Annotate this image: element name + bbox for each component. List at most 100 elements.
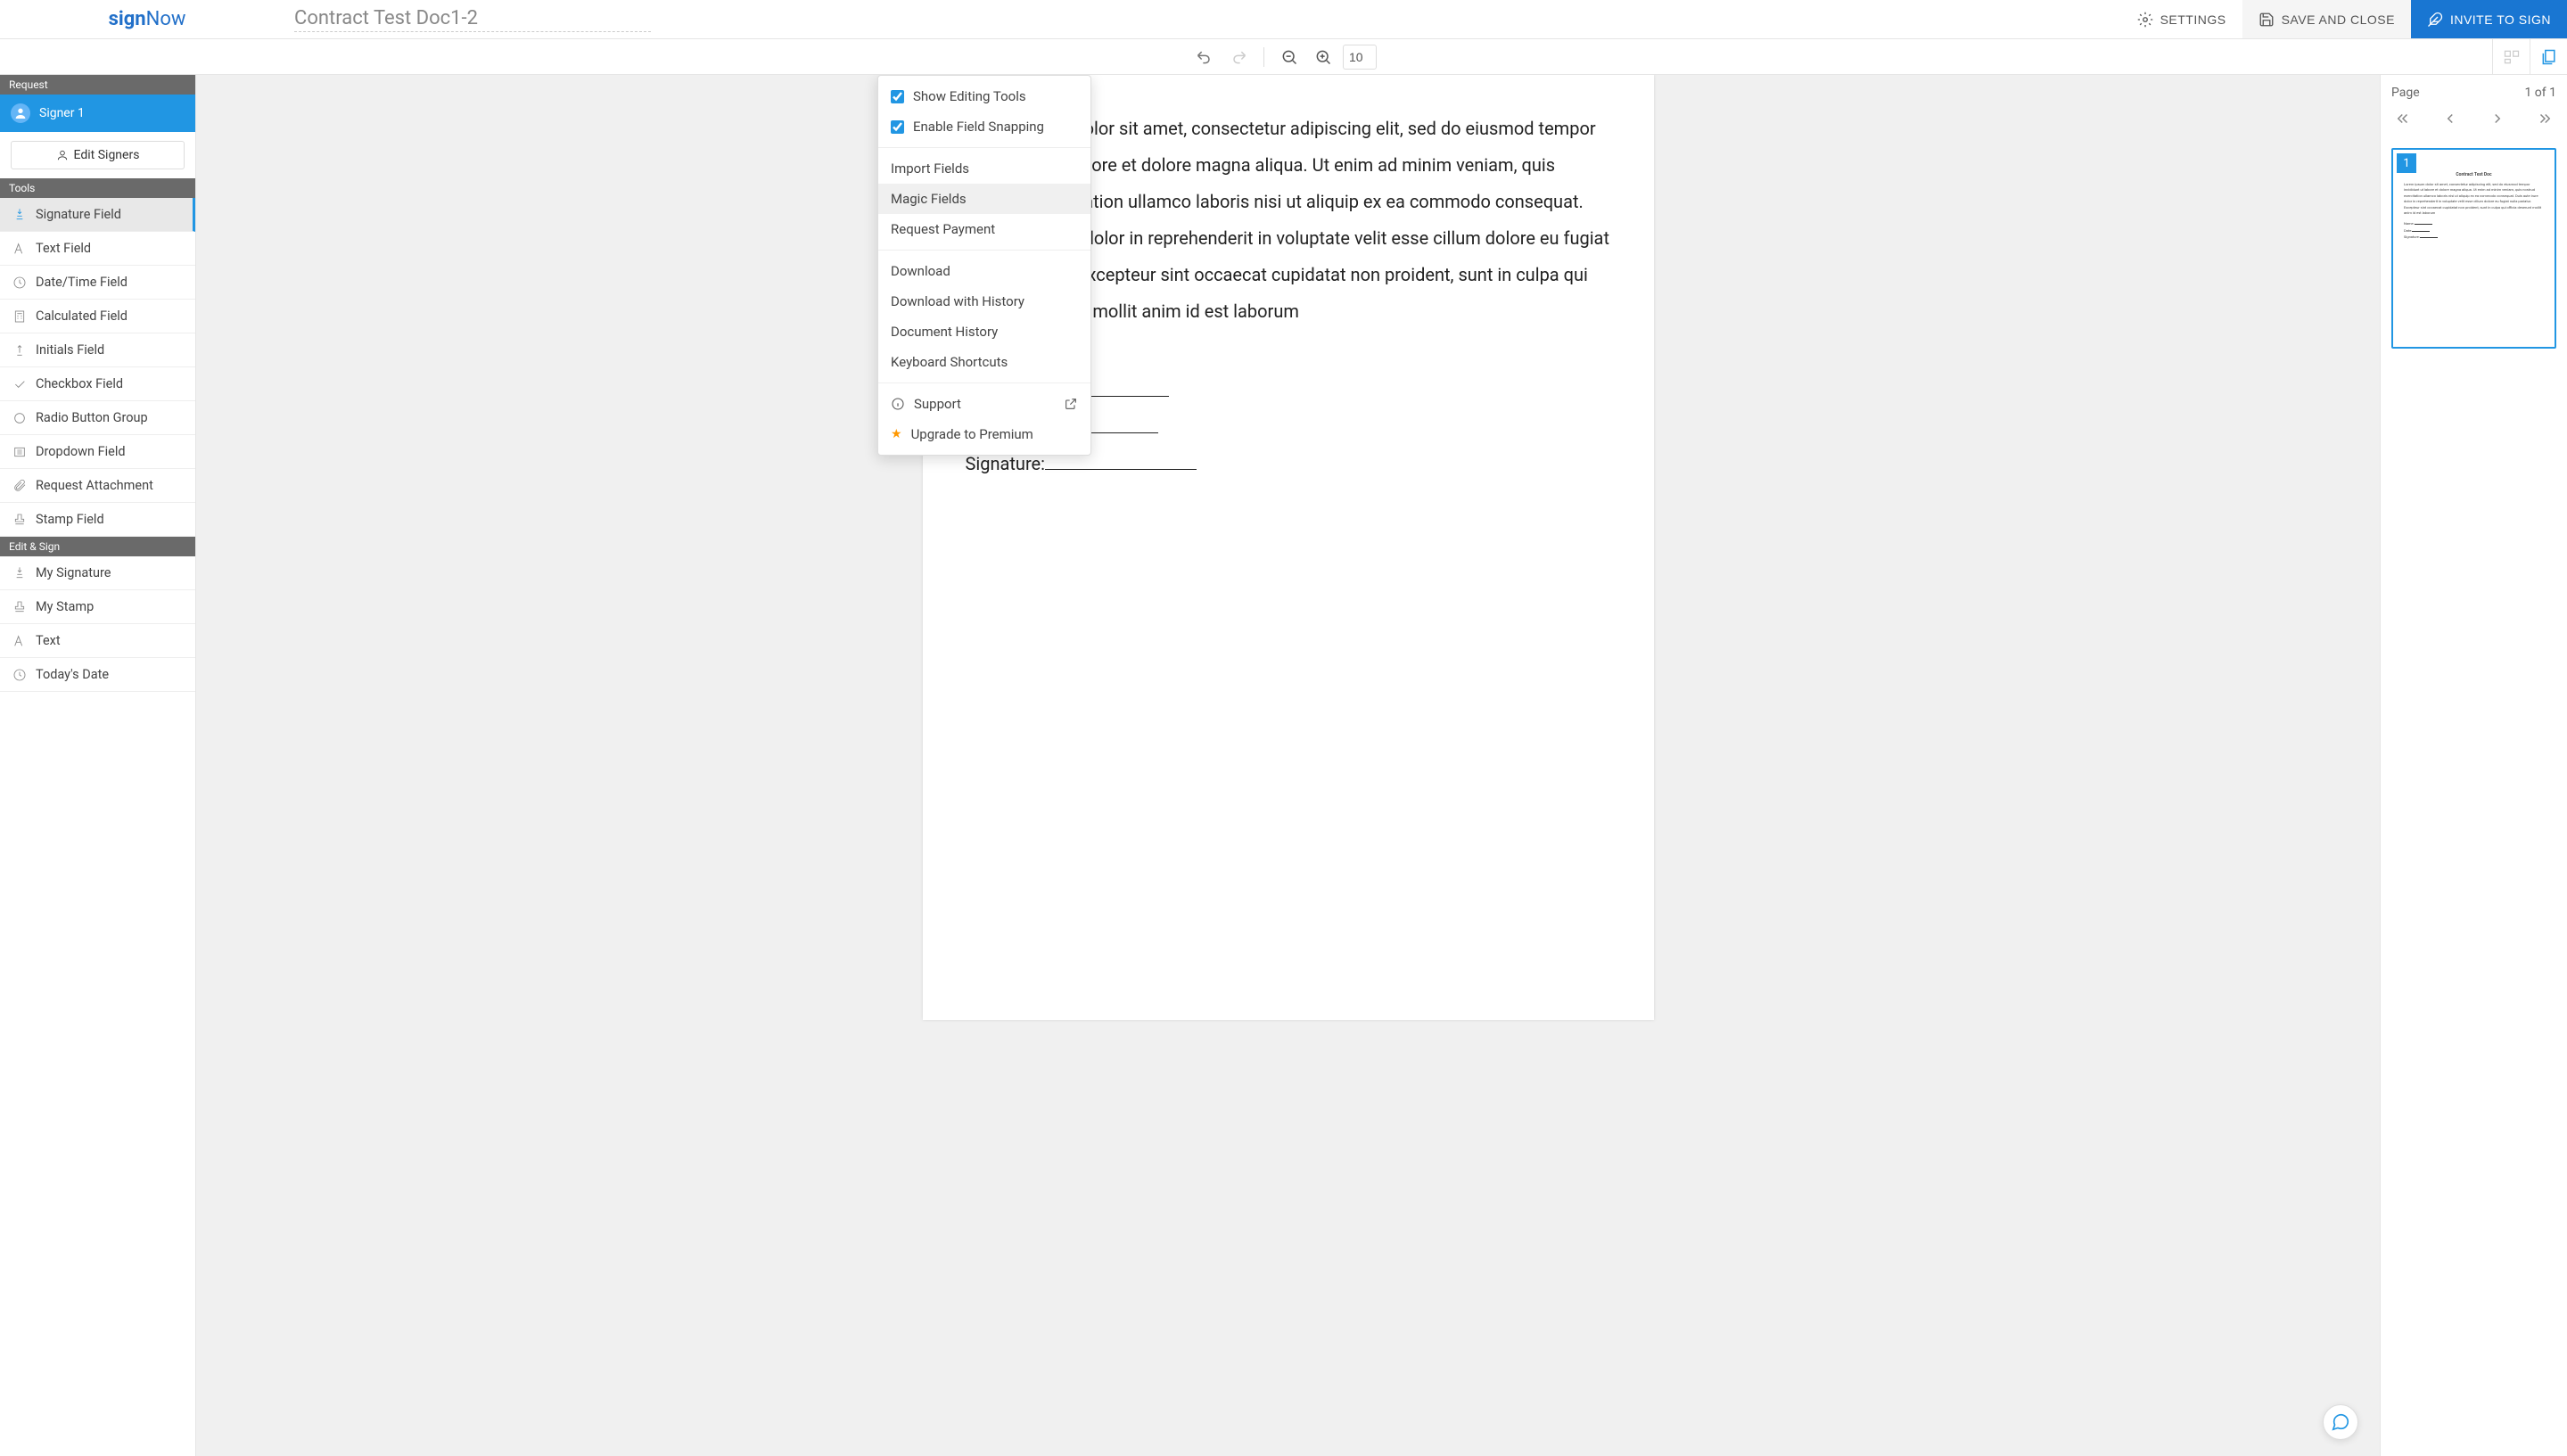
tool-text[interactable]: Text <box>0 624 195 658</box>
menu-keyboard-shortcuts[interactable]: Keyboard Shortcuts <box>878 347 1090 377</box>
tool-todays-date[interactable]: Today's Date <box>0 658 195 692</box>
text-icon <box>12 242 27 256</box>
tool-label: My Signature <box>36 565 111 580</box>
menu-upgrade-premium[interactable]: ★ Upgrade to Premium <box>878 419 1090 449</box>
menu-download-with-history[interactable]: Download with History <box>878 286 1090 317</box>
grid-icon <box>2503 48 2521 66</box>
menu-label: Document History <box>891 324 998 340</box>
chat-icon <box>2331 1412 2350 1432</box>
invite-to-sign-button[interactable]: INVITE TO SIGN <box>2411 0 2567 38</box>
pages-panel-button[interactable] <box>2530 39 2567 74</box>
tool-initials-field[interactable]: Initials Field <box>0 333 195 367</box>
menu-show-editing-tools[interactable]: Show Editing Tools <box>878 81 1090 111</box>
tool-stamp-field[interactable]: Stamp Field <box>0 503 195 537</box>
save-and-close-button[interactable]: SAVE AND CLOSE <box>2242 0 2411 38</box>
tool-label: Dropdown Field <box>36 444 126 459</box>
header: signNow Contract Test Doc1-2 SETTINGS SA… <box>0 0 2567 39</box>
thumbnail-number: 1 <box>2397 153 2416 173</box>
tool-label: Checkbox Field <box>36 376 123 391</box>
tool-my-signature[interactable]: My Signature <box>0 556 195 590</box>
menu-label: Enable Field Snapping <box>913 119 1044 135</box>
menu-label: Show Editing Tools <box>913 88 1026 104</box>
page-label: Page <box>2391 86 2420 100</box>
undo-icon <box>1196 48 1214 66</box>
tool-my-stamp[interactable]: My Stamp <box>0 590 195 624</box>
text-icon <box>12 634 27 648</box>
toolbar-separator <box>1263 47 1264 67</box>
tool-signature-field[interactable]: Signature Field <box>0 198 195 232</box>
body: Request Signer 1 Edit Signers Tools Sign… <box>0 75 2567 1456</box>
zoom-out-button[interactable] <box>1275 43 1304 71</box>
tool-label: Text <box>36 633 61 648</box>
signer-avatar-icon <box>11 103 30 123</box>
tool-date-time-field[interactable]: Date/Time Field <box>0 266 195 300</box>
redo-icon <box>1230 48 1247 66</box>
menu-download[interactable]: Download <box>878 256 1090 286</box>
thumbnail-title: Contract Test Doc <box>2404 171 2544 178</box>
page-thumbnail[interactable]: 1 Contract Test Doc Lorem ipsum dolor si… <box>2391 148 2556 349</box>
stamp-icon <box>12 600 27 614</box>
edit-signers-button[interactable]: Edit Signers <box>11 141 185 169</box>
document-title[interactable]: Contract Test Doc1-2 <box>294 7 651 32</box>
tools-header: Tools <box>0 178 195 198</box>
tool-label: My Stamp <box>36 599 94 614</box>
tool-checkbox-field[interactable]: Checkbox Field <box>0 367 195 401</box>
thumbnail-content: Contract Test Doc Lorem ipsum dolor sit … <box>2404 159 2544 241</box>
prev-page-button[interactable] <box>2439 107 2462 134</box>
menu-label: Request Payment <box>891 221 995 237</box>
tool-radio-button-group[interactable]: Radio Button Group <box>0 401 195 435</box>
show-editing-checkbox[interactable] <box>891 90 904 103</box>
menu-label: Download <box>891 263 950 279</box>
redo-button[interactable] <box>1224 43 1253 71</box>
edit-sign-header: Edit & Sign <box>0 537 195 556</box>
tool-dropdown-field[interactable]: Dropdown Field <box>0 435 195 469</box>
zoom-out-icon <box>1280 48 1298 66</box>
menu-import-fields[interactable]: Import Fields <box>878 153 1090 184</box>
signer-row[interactable]: Signer 1 <box>0 95 195 132</box>
edit-signers-label: Edit Signers <box>74 148 140 162</box>
chevron-double-right-icon <box>2537 111 2553 127</box>
page-count: 1 of 1 <box>2524 86 2556 100</box>
attachment-icon <box>12 479 27 493</box>
enable-snapping-checkbox[interactable] <box>891 120 904 134</box>
menu-support[interactable]: Support <box>878 389 1090 419</box>
calculator-icon <box>12 309 27 324</box>
undo-button[interactable] <box>1190 43 1219 71</box>
left-sidebar: Request Signer 1 Edit Signers Tools Sign… <box>0 75 196 1456</box>
external-link-icon <box>1064 397 1078 411</box>
menu-label: Download with History <box>891 293 1024 309</box>
menu-enable-field-snapping[interactable]: Enable Field Snapping <box>878 111 1090 142</box>
next-page-button[interactable] <box>2486 107 2509 134</box>
settings-button[interactable]: SETTINGS <box>2121 0 2242 38</box>
chat-button[interactable] <box>2323 1404 2358 1440</box>
info-icon <box>891 397 905 411</box>
menu-label: Keyboard Shortcuts <box>891 354 1008 370</box>
tool-request-attachment[interactable]: Request Attachment <box>0 469 195 503</box>
zoom-input[interactable] <box>1343 45 1377 70</box>
tool-text-field[interactable]: Text Field <box>0 232 195 266</box>
toolbar <box>0 39 2567 75</box>
logo[interactable]: signNow <box>0 8 294 30</box>
field-signature-label: Signature: <box>966 453 1046 474</box>
zoom-in-button[interactable] <box>1309 43 1337 71</box>
first-page-button[interactable] <box>2391 107 2415 134</box>
person-icon <box>56 149 69 161</box>
menu-document-history[interactable]: Document History <box>878 317 1090 347</box>
tool-label: Stamp Field <box>36 512 104 527</box>
tool-label: Radio Button Group <box>36 410 148 425</box>
last-page-button[interactable] <box>2533 107 2556 134</box>
menu-label: Upgrade to Premium <box>911 426 1033 442</box>
menu-magic-fields[interactable]: Magic Fields <box>878 184 1090 214</box>
canvas-area[interactable]: Lorem ipsum dolor sit amet, consectetur … <box>196 75 2380 1456</box>
thumbnail-fields: Name: Date: Signature: <box>2404 221 2544 240</box>
radio-icon <box>12 411 27 425</box>
tool-calculated-field[interactable]: Calculated Field <box>0 300 195 333</box>
zoom-in-icon <box>1314 48 1332 66</box>
thumbnail-body: Lorem ipsum dolor sit amet, consectetur … <box>2404 182 2544 216</box>
tool-label: Initials Field <box>36 342 104 358</box>
menu-request-payment[interactable]: Request Payment <box>878 214 1090 244</box>
menu-label: Magic Fields <box>891 191 967 207</box>
tool-label: Request Attachment <box>36 478 153 493</box>
view-mode-button[interactable] <box>2492 39 2530 74</box>
signature-icon <box>12 208 27 222</box>
